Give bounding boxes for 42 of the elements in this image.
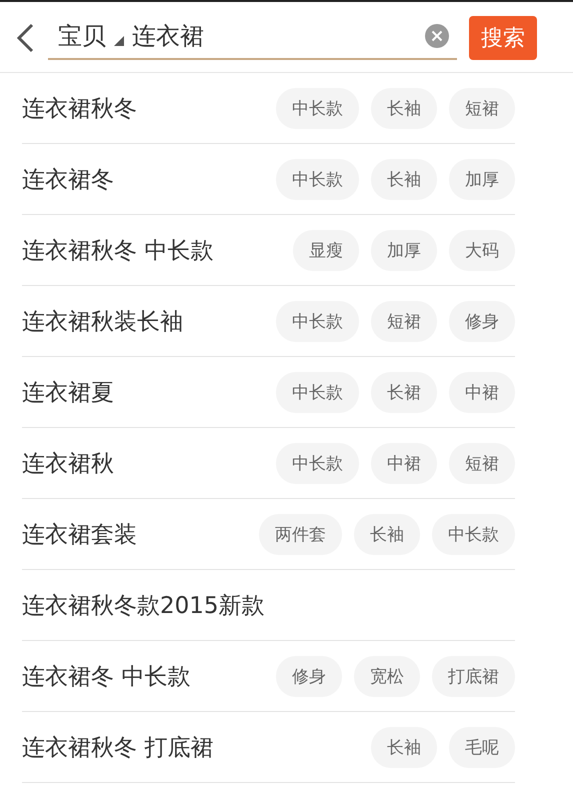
filter-tag[interactable]: 中长款 (276, 158, 359, 200)
filter-tag[interactable]: 中长款 (276, 88, 359, 128)
suggestion-item[interactable]: 连衣裙冬 中长款 (22, 660, 190, 692)
filter-tag[interactable]: 显瘦 (293, 230, 359, 270)
suggestion-item[interactable]: 连衣裙秋冬款2015新款 (22, 590, 265, 620)
filter-tag[interactable]: 宽松 (354, 656, 420, 696)
dropdown-icon (114, 36, 124, 46)
suggestion-item[interactable]: 连衣裙夏 (22, 376, 114, 408)
filter-tag[interactable]: 修身 (449, 300, 515, 342)
suggestion-item[interactable]: 连衣裙秋冬 中长款 (22, 234, 214, 266)
suggestion-item[interactable]: 连衣裙秋冬 (22, 92, 137, 124)
filter-tag[interactable]: 中长款 (276, 442, 359, 484)
filter-tag[interactable]: 长袖 (371, 88, 437, 128)
filter-tag[interactable]: 中裙 (449, 372, 515, 412)
filter-tag[interactable]: 长袖 (371, 158, 437, 200)
filter-tag[interactable]: 中长款 (276, 300, 359, 342)
filter-tag[interactable]: 修身 (276, 656, 342, 696)
filter-tag[interactable]: 短裙 (449, 442, 515, 484)
filter-tag[interactable]: 长袖 (354, 514, 420, 554)
suggestion-item[interactable]: 连衣裙套装 (22, 518, 137, 550)
filter-tag[interactable]: 加厚 (371, 230, 437, 270)
filter-tag[interactable]: 打底裙 (432, 656, 515, 696)
scope-selector[interactable]: 宝贝 (58, 20, 106, 52)
search-input[interactable]: 连衣裙 (132, 22, 417, 50)
clear-icon[interactable] (425, 24, 449, 48)
suggestion-item[interactable]: 连衣裙秋 (22, 448, 114, 478)
filter-tag[interactable]: 中裙 (371, 442, 437, 484)
filter-tag[interactable]: 大码 (449, 230, 515, 270)
search-button[interactable]: 搜索 (469, 16, 537, 60)
filter-tag[interactable]: 中长款 (432, 514, 515, 554)
filter-tag[interactable]: 长裙 (371, 372, 437, 412)
filter-tag[interactable]: 长袖 (371, 726, 437, 768)
filter-tag[interactable]: 加厚 (449, 158, 515, 200)
filter-tag[interactable]: 毛呢 (449, 726, 515, 768)
filter-tag[interactable]: 短裙 (449, 88, 515, 128)
filter-tag[interactable]: 中长款 (276, 372, 359, 412)
filter-tag[interactable]: 短裙 (371, 300, 437, 342)
back-icon[interactable] (14, 22, 36, 54)
filter-tag[interactable]: 两件套 (259, 514, 342, 554)
suggestion-item[interactable]: 连衣裙秋冬 打底裙 (22, 732, 214, 762)
suggestion-item[interactable]: 连衣裙冬 (22, 164, 114, 194)
suggestion-item[interactable]: 连衣裙秋装长袖 (22, 306, 183, 336)
